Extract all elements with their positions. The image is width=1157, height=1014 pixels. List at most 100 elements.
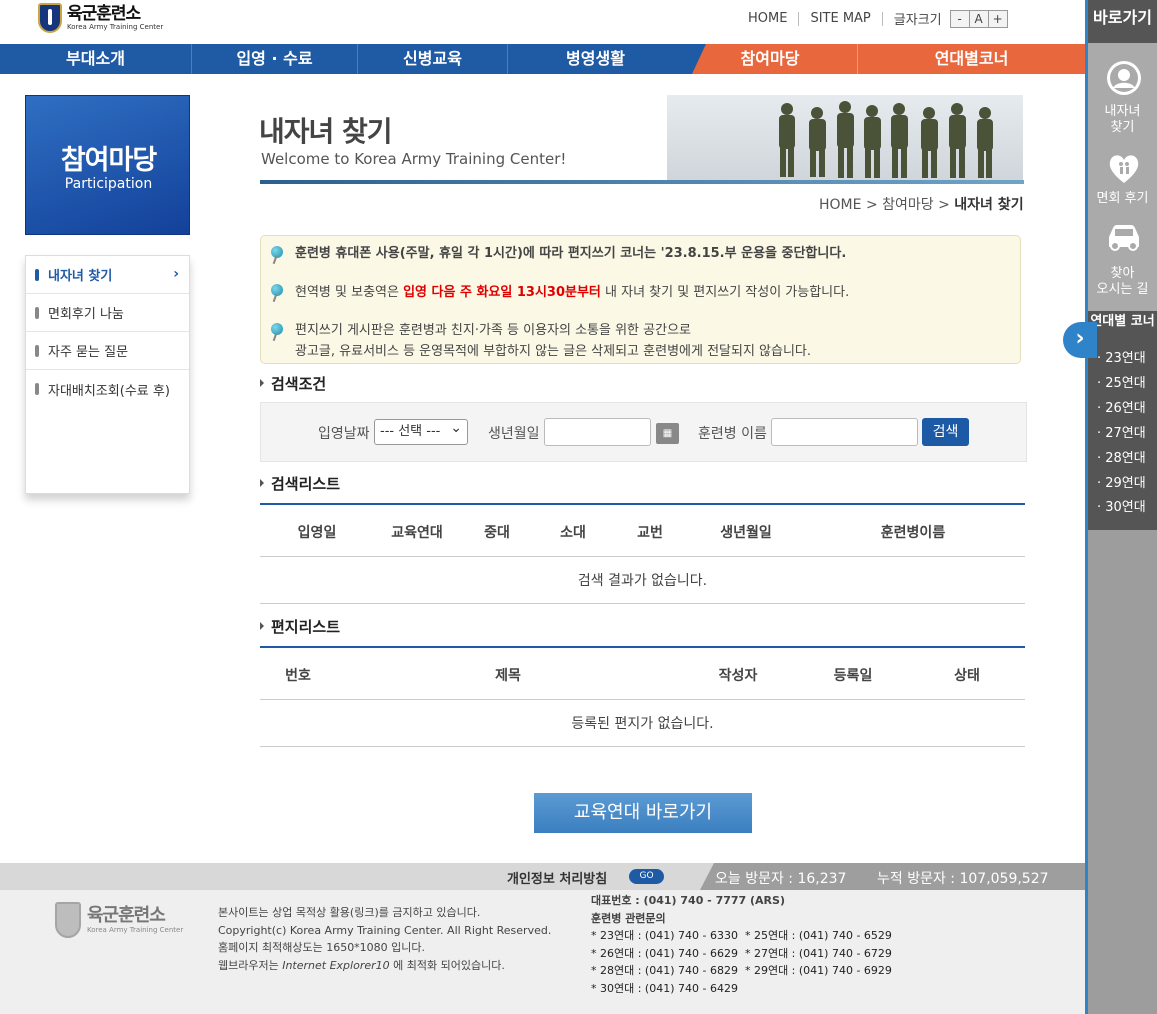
bullet-icon bbox=[35, 383, 39, 395]
sitemap-link[interactable]: SITE MAP bbox=[810, 11, 870, 26]
breadcrumb-separator: > bbox=[865, 197, 878, 213]
footer-text: Internet Explorer10 bbox=[282, 958, 390, 972]
search-section-title: 검색조건 bbox=[260, 373, 326, 394]
regiment-link-28[interactable]: · 28연대 bbox=[1097, 447, 1146, 466]
col-company: 중대 bbox=[484, 525, 510, 541]
quick-visit-review[interactable]: 면회 후기 bbox=[1088, 191, 1157, 207]
side-menu-find-child[interactable]: 내자녀 찾기 › bbox=[26, 256, 189, 294]
footer-line: Copyright(c) Korea Army Training Center.… bbox=[218, 923, 552, 937]
nav-item-regiment[interactable]: 연대별코너 bbox=[858, 44, 1085, 74]
quick-find-child[interactable]: 내자녀 찾기 bbox=[1088, 104, 1157, 136]
go-regiment-button[interactable]: 교육연대 바로가기 bbox=[534, 793, 752, 833]
results-section-title: 검색리스트 bbox=[260, 473, 340, 494]
quick-bar-title: 바로가기 bbox=[1088, 0, 1157, 43]
section-title: 참여마당 bbox=[60, 145, 157, 176]
nav-item-training[interactable]: 신병교육 bbox=[358, 44, 508, 74]
footer-phone-line: * 30연대 : (041) 740 - 6429 bbox=[591, 981, 738, 995]
trainee-name-input[interactable] bbox=[771, 418, 918, 446]
footer-logo-subtext: Korea Army Training Center bbox=[87, 926, 184, 934]
breadcrumb-home[interactable]: HOME bbox=[819, 197, 861, 213]
footer-logo-text: 육군훈련소 bbox=[87, 905, 166, 926]
footer-phone-line: * 28연대 : (041) 740 - 6829 * 29연대 : (041)… bbox=[591, 964, 892, 977]
birthdate-input[interactable] bbox=[544, 418, 651, 446]
regiment-link-23[interactable]: · 23연대 bbox=[1097, 347, 1146, 366]
car-icon[interactable] bbox=[1104, 220, 1144, 256]
side-menu-unit-assignment[interactable]: 자대배치조회(수료 후) bbox=[26, 370, 189, 408]
quick-directions[interactable]: 찾아 오시는 길 bbox=[1088, 266, 1157, 298]
privacy-policy-link[interactable]: 개인정보 처리방침 bbox=[507, 868, 607, 887]
search-button[interactable]: 검색 bbox=[922, 418, 969, 446]
date-label: 입영날짜 bbox=[318, 426, 370, 442]
regiment-link-30[interactable]: · 30연대 bbox=[1097, 496, 1146, 515]
main-nav: 부대소개 입영 · 수료 신병교육 병영생활 참여마당 연대별코너 bbox=[0, 44, 1085, 74]
col-regiment: 교육연대 bbox=[391, 525, 443, 541]
chevron-right-icon: › bbox=[173, 266, 179, 282]
col-birthdate: 생년월일 bbox=[720, 525, 772, 541]
breadcrumb-section[interactable]: 참여마당 bbox=[882, 197, 934, 213]
user-icon[interactable] bbox=[1106, 60, 1142, 96]
regiment-link-27[interactable]: · 27연대 bbox=[1097, 422, 1146, 441]
regiment-link-26[interactable]: · 26연대 bbox=[1097, 397, 1146, 416]
bullet-icon bbox=[35, 269, 39, 281]
side-menu-label: 자주 묻는 질문 bbox=[48, 345, 129, 360]
font-decrease-button[interactable]: - bbox=[949, 9, 970, 28]
enlist-date-select[interactable]: --- 선택 --- bbox=[374, 416, 468, 445]
side-menu-label: 내자녀 찾기 bbox=[48, 269, 113, 284]
footer-line: 홈페이지 최적해상도는 1650*1080 입니다. bbox=[218, 941, 426, 954]
side-menu-visit-review[interactable]: 면회후기 나눔 bbox=[26, 294, 189, 332]
notice-3b: 광고글, 유료서비스 등 운영목적에 부합하지 않는 글은 삭제되고 훈련병에게… bbox=[295, 344, 812, 359]
letters-section-title: 편지리스트 bbox=[260, 616, 340, 637]
birth-label: 생년월일 bbox=[488, 426, 540, 442]
calendar-icon[interactable]: ▦ bbox=[656, 423, 679, 444]
regiment-link-25[interactable]: · 25연대 bbox=[1097, 372, 1146, 391]
col-status: 상태 bbox=[954, 668, 980, 684]
logo-text: 육군훈련소 bbox=[67, 4, 141, 24]
breadcrumb: HOME > 참여마당 > 내자녀 찾기 bbox=[819, 194, 1024, 214]
regiment-link-29[interactable]: · 29연대 bbox=[1097, 472, 1146, 491]
divider bbox=[881, 11, 883, 26]
nav-item-enlistment[interactable]: 입영 · 수료 bbox=[192, 44, 358, 74]
footer-contacts: 대표번호 : (041) 740 - 7777 (ARS) 훈련병 관련문의 *… bbox=[591, 892, 892, 997]
soldiers-illustration bbox=[779, 101, 993, 178]
footer-info: 본사이트는 상업 목적상 활용(링크)를 금지하고 있습니다. Copyrigh… bbox=[218, 904, 551, 974]
nav-item-barracks[interactable]: 병영생활 bbox=[508, 44, 683, 74]
font-increase-button[interactable]: + bbox=[987, 9, 1008, 28]
section-subtitle: Participation bbox=[64, 176, 153, 192]
side-menu-label: 면회후기 나눔 bbox=[48, 307, 124, 322]
notice-2: 현역병 및 보충역은 입영 다음 주 화요일 13시30분부터 내 자녀 찾기 … bbox=[295, 282, 849, 303]
quick-bar-toggle-icon[interactable]: › bbox=[1063, 322, 1097, 358]
site-logo[interactable]: 육군훈련소 Korea Army Training Center bbox=[38, 3, 163, 33]
utility-nav: HOME SITE MAP 글자크기 - A + bbox=[748, 9, 1008, 28]
nav-item-about[interactable]: 부대소개 bbox=[0, 44, 192, 74]
col-trainee-name: 훈련병이름 bbox=[880, 525, 946, 541]
letters-table-header: 번호 제목 작성자 등록일 상태 bbox=[260, 646, 1025, 700]
font-size-label: 글자크기 bbox=[893, 13, 942, 28]
footer-phone: 대표번호 : (041) 740 - 7777 (ARS) bbox=[591, 894, 785, 907]
notice-2-text: 현역병 및 보충역은 bbox=[295, 285, 404, 300]
heart-family-icon[interactable] bbox=[1106, 150, 1142, 186]
notice-1: 훈련병 휴대폰 사용(주말, 휴일 각 1시간)에 따라 편지쓰기 코너는 '2… bbox=[295, 246, 847, 261]
nav-item-participation[interactable]: 참여마당 bbox=[683, 44, 858, 74]
title-underline bbox=[260, 180, 1024, 184]
privacy-go-button[interactable]: GO bbox=[629, 869, 664, 884]
bullet-icon bbox=[35, 307, 39, 319]
section-banner: 참여마당 Participation bbox=[25, 95, 190, 235]
font-reset-button[interactable]: A bbox=[968, 9, 989, 28]
footer-phone-line: * 26연대 : (041) 740 - 6629 * 27연대 : (041)… bbox=[591, 946, 892, 960]
footer-line: 웹브라우저는 Internet Explorer10 에 최적화 되어있습니다. bbox=[218, 957, 551, 975]
pin-icon bbox=[271, 246, 283, 258]
col-enlist-date: 입영일 bbox=[297, 525, 337, 541]
pin-icon bbox=[271, 284, 283, 296]
page-subtitle: Welcome to Korea Army Training Center! bbox=[261, 150, 567, 168]
home-link[interactable]: HOME bbox=[748, 11, 787, 26]
side-menu-label: 자대배치조회(수료 후) bbox=[48, 383, 170, 399]
notice-3a: 편지쓰기 게시판은 훈련병과 친지·가족 등 이용자의 소통을 위한 공간으로 bbox=[295, 323, 691, 338]
quick-label: 찾기 bbox=[1110, 120, 1135, 135]
results-empty-message: 검색 결과가 없습니다. bbox=[260, 558, 1025, 604]
side-menu-faq[interactable]: 자주 묻는 질문 bbox=[26, 332, 189, 370]
letters-empty-message: 등록된 편지가 없습니다. bbox=[260, 701, 1025, 747]
col-subject: 제목 bbox=[495, 668, 521, 684]
divider bbox=[798, 11, 800, 26]
quick-label: 내자녀 bbox=[1104, 104, 1141, 119]
today-visitors: 오늘 방문자 : 16,237 bbox=[715, 871, 847, 887]
